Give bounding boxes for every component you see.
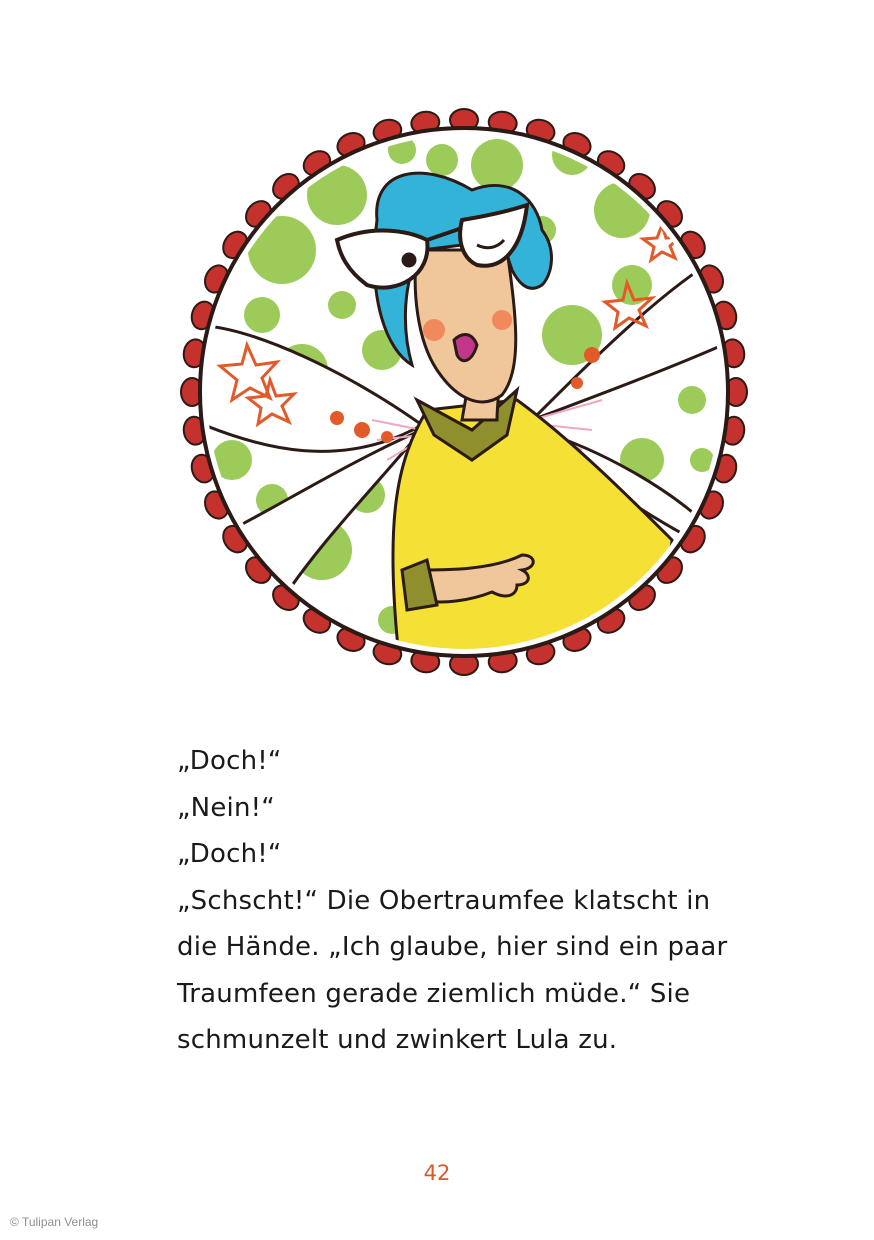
text-line: „Doch!“ (177, 839, 282, 869)
fairy-illustration (180, 108, 748, 676)
text-line: „Doch!“ (177, 746, 282, 776)
text-line: schmunzelt und zwinkert Lula zu. (177, 1025, 618, 1055)
copyright-notice: © Tulipan Verlag (10, 1215, 99, 1229)
story-text: „Doch!“ „Nein!“ „Doch!“ „Schscht!“ Die O… (177, 738, 777, 1064)
page-number: 42 (423, 1161, 451, 1185)
text-line: „Nein!“ (177, 792, 275, 823)
text-line: die Hände. „Ich glaube, hier sind ein pa… (177, 932, 728, 962)
text-line: Traumfeen gerade ziemlich müde.“ Sie (177, 978, 691, 1009)
text-line: „Schscht!“ Die Obertraumfee klatscht in (177, 885, 711, 916)
